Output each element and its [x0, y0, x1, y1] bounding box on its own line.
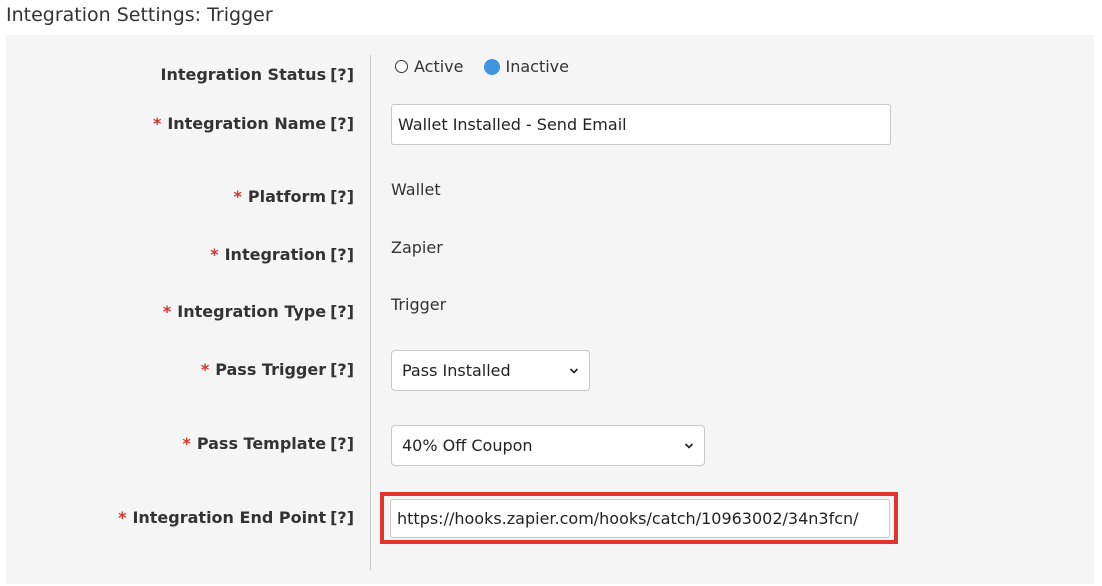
integration-help[interactable]: [?] — [330, 245, 354, 264]
pass-template-selected: 40% Off Coupon — [402, 436, 533, 455]
integration-name-value: Wallet Installed - Send Email — [398, 115, 627, 134]
status-option-active-label: Active — [414, 57, 464, 76]
platform-value: Wallet — [391, 180, 441, 199]
integration-type-value: Trigger — [391, 295, 447, 314]
integration-end-point-help[interactable]: [?] — [330, 508, 354, 527]
pass-trigger-select[interactable]: Pass Installed — [391, 350, 590, 391]
integration-status-label: Integration Status [?] — [160, 65, 354, 84]
integration-type-label: * Integration Type [?] — [163, 302, 354, 321]
integration-status-radio-group: Active Inactive — [395, 57, 569, 76]
integration-name-input[interactable]: Wallet Installed - Send Email — [391, 104, 891, 145]
integration-type-label-text: Integration Type — [177, 302, 327, 321]
required-marker: * — [182, 434, 191, 453]
required-marker: * — [233, 187, 242, 206]
integration-end-point-label: * Integration End Point [?] — [118, 508, 354, 527]
pass-template-help[interactable]: [?] — [330, 434, 354, 453]
platform-label: * Platform [?] — [234, 187, 354, 206]
required-marker: * — [118, 508, 127, 527]
integration-status-label-text: Integration Status — [160, 65, 327, 84]
required-marker: * — [210, 245, 219, 264]
pass-trigger-label-text: Pass Trigger — [215, 360, 327, 379]
pass-trigger-help[interactable]: [?] — [330, 360, 354, 379]
column-divider — [370, 55, 371, 570]
pass-template-label: * Pass Template [?] — [182, 434, 354, 453]
radio-unchecked-icon — [395, 60, 408, 73]
integration-end-point-input[interactable]: https://hooks.zapier.com/hooks/catch/109… — [390, 499, 890, 538]
radio-checked-icon — [483, 58, 500, 75]
status-radio-active[interactable]: Active — [395, 57, 464, 76]
status-option-inactive-label: Inactive — [505, 57, 570, 76]
platform-label-text: Platform — [247, 187, 327, 206]
integration-end-point-value: https://hooks.zapier.com/hooks/catch/109… — [397, 509, 859, 528]
required-marker: * — [162, 302, 172, 321]
integration-name-label: * Integration Name [?] — [153, 114, 354, 133]
page-title: Integration Settings: Trigger — [6, 4, 273, 26]
integration-status-help[interactable]: [?] — [330, 65, 354, 84]
integration-name-label-text: Integration Name — [167, 114, 327, 133]
integration-type-help[interactable]: [?] — [330, 302, 354, 321]
integration-name-help[interactable]: [?] — [330, 114, 354, 133]
required-marker: * — [200, 360, 210, 379]
status-radio-inactive[interactable]: Inactive — [483, 57, 570, 76]
platform-help[interactable]: [?] — [330, 187, 354, 206]
pass-template-select[interactable]: 40% Off Coupon — [391, 425, 705, 466]
integration-end-point-label-text: Integration End Point — [132, 508, 327, 527]
integration-value: Zapier — [391, 238, 443, 257]
integration-label-text: Integration — [224, 245, 327, 264]
chevron-down-icon — [569, 367, 579, 374]
integration-label: * Integration [?] — [210, 245, 354, 264]
pass-trigger-selected: Pass Installed — [402, 361, 511, 380]
pass-trigger-label: * Pass Trigger [?] — [201, 360, 354, 379]
pass-template-label-text: Pass Template — [196, 434, 327, 453]
required-marker: * — [152, 114, 162, 133]
chevron-down-icon — [684, 442, 694, 449]
